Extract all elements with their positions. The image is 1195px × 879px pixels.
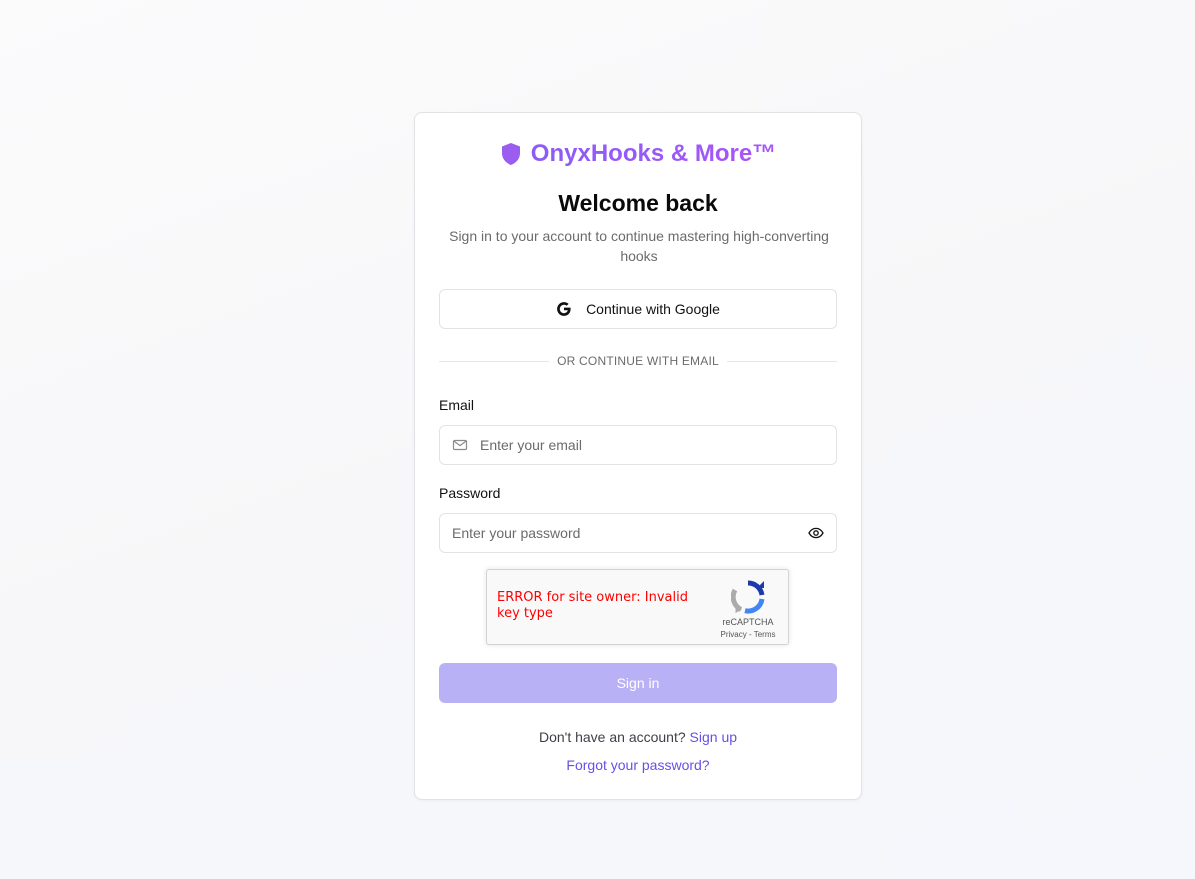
signup-link[interactable]: Sign up bbox=[690, 729, 737, 745]
login-card: OnyxHooks & More™ Welcome back Sign in t… bbox=[414, 112, 862, 800]
google-signin-button[interactable]: Continue with Google bbox=[439, 289, 837, 329]
shield-icon bbox=[500, 142, 522, 166]
recaptcha-privacy-link[interactable]: Privacy bbox=[721, 630, 747, 639]
signup-row: Don't have an account? Sign up bbox=[415, 729, 861, 745]
recaptcha-terms-link[interactable]: Terms bbox=[754, 630, 776, 639]
page-subtitle: Sign in to your account to continue mast… bbox=[449, 228, 829, 264]
password-field-wrapper bbox=[439, 513, 837, 553]
recaptcha-widget[interactable]: ERROR for site owner: Invalid key type r… bbox=[486, 569, 789, 645]
forgot-password-link[interactable]: Forgot your password? bbox=[566, 757, 709, 773]
email-field[interactable] bbox=[480, 426, 836, 464]
email-label: Email bbox=[439, 397, 475, 413]
email-divider: OR CONTINUE WITH EMAIL bbox=[439, 353, 837, 369]
eye-icon[interactable] bbox=[808, 525, 824, 541]
password-label: Password bbox=[439, 485, 501, 501]
signup-prompt: Don't have an account? bbox=[538, 729, 690, 745]
signin-button[interactable]: Sign in bbox=[439, 663, 837, 703]
recaptcha-separator: - bbox=[746, 630, 754, 639]
password-field[interactable] bbox=[440, 514, 808, 552]
divider-text: OR CONTINUE WITH EMAIL bbox=[557, 354, 719, 368]
divider-line-right bbox=[726, 360, 837, 362]
brand-header: OnyxHooks & More™ bbox=[415, 140, 861, 168]
recaptcha-links: Privacy - Terms bbox=[717, 630, 779, 639]
recaptcha-name: reCAPTCHA bbox=[722, 617, 774, 627]
forgot-row: Forgot your password? bbox=[415, 757, 861, 773]
brand-name: OnyxHooks & More™ bbox=[530, 140, 777, 167]
email-field-wrapper bbox=[439, 425, 837, 465]
signin-button-label: Sign in bbox=[616, 675, 660, 691]
divider-line-left bbox=[439, 360, 550, 362]
google-signin-label: Continue with Google bbox=[586, 301, 720, 317]
page-title: Welcome back bbox=[558, 190, 718, 216]
google-icon bbox=[556, 301, 572, 317]
recaptcha-error: ERROR for site owner: Invalid key type bbox=[497, 590, 688, 621]
recaptcha-logo-icon bbox=[730, 580, 765, 614]
mail-icon bbox=[452, 437, 468, 453]
